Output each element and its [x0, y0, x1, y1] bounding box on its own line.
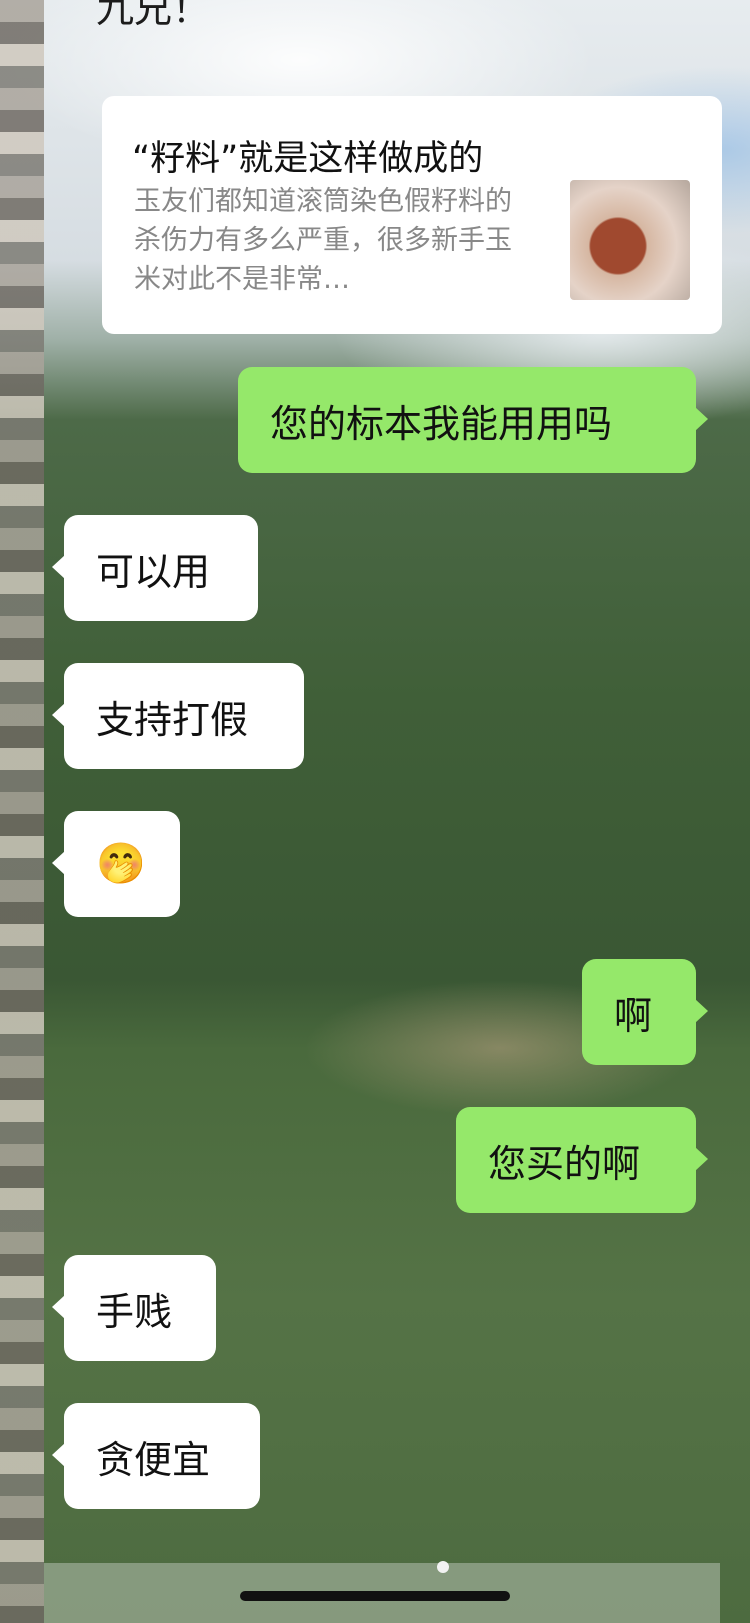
message-bubble-received[interactable]: 贪便宜 — [52, 1403, 260, 1509]
message-text: 可以用 — [96, 549, 211, 594]
message-bubble-received[interactable]: 手贱 — [52, 1255, 216, 1361]
article-title: “籽料”就是这样做成的 — [132, 139, 484, 179]
message-text: 您买的啊 — [488, 1141, 641, 1186]
message-bubble-sent[interactable]: 啊 — [582, 959, 708, 1065]
face-with-hand-over-mouth-icon: 🤭 — [96, 841, 146, 887]
message-text: 您的标本我能用用吗 — [270, 401, 613, 446]
shared-article-card[interactable]: “籽料”就是这样做成的 玉友们都知道滚筒染色假籽料的杀伤力有多么严重，很多新手玉… — [102, 96, 722, 334]
previous-message-fragment: 九兄！ — [96, 0, 211, 31]
article-description: 玉友们都知道滚筒染色假籽料的杀伤力有多么严重，很多新手玉米对此不是非常… — [134, 186, 512, 295]
message-text: 手贱 — [96, 1289, 173, 1334]
message-text: 啊 — [614, 993, 653, 1038]
message-text: 贪便宜 — [96, 1437, 211, 1482]
message-bubble-received[interactable]: 🤭 — [52, 811, 180, 917]
message-bubble-received[interactable]: 支持打假 — [52, 663, 304, 769]
message-bubble-sent[interactable]: 您买的啊 — [456, 1107, 708, 1213]
article-thumbnail-image — [570, 180, 690, 300]
message-bubble-sent[interactable]: 您的标本我能用用吗 — [238, 367, 708, 473]
page-indicator-dot — [437, 1561, 449, 1573]
message-bubble-received[interactable]: 可以用 — [52, 515, 258, 621]
home-indicator[interactable] — [240, 1591, 510, 1601]
avatar-column-blurred[interactable] — [0, 0, 44, 1623]
message-text: 支持打假 — [96, 697, 249, 742]
